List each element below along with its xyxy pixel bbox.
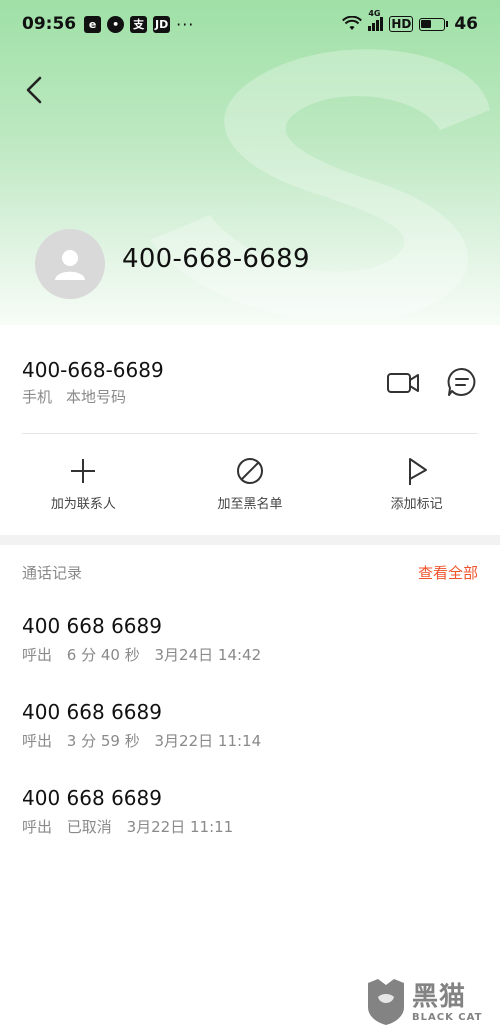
brand-watermark-icon — [150, 49, 490, 320]
more-notifications-icon: ··· — [176, 14, 195, 34]
call-status: 已取消 — [66, 818, 112, 836]
plus-icon — [71, 459, 96, 483]
signal-4g-icon: 4G — [368, 9, 384, 31]
call-time: 3月24日 14:42 — [154, 646, 262, 664]
chevron-left-icon — [26, 76, 42, 104]
call-number: 400 668 6689 — [22, 786, 162, 810]
call-meta: 呼出 6 分 40 秒 3月24日 14:42 — [22, 644, 478, 665]
view-all-link[interactable]: 查看全部 — [418, 562, 478, 583]
section-separator — [0, 535, 500, 545]
flag-icon — [408, 458, 427, 485]
alipay-icon: 支 — [130, 15, 148, 33]
watermark-en: BLACK CAT — [412, 1011, 483, 1023]
call-duration: 6 分 40 秒 — [66, 646, 140, 664]
add-blacklist-button[interactable]: 加至黑名单 — [167, 455, 334, 525]
phone-number-row[interactable]: 400-668-6689 手机 本地号码 — [22, 358, 478, 418]
video-camera-icon — [387, 373, 419, 393]
message-button[interactable] — [446, 366, 478, 398]
add-tag-label: 添加标记 — [390, 497, 443, 512]
add-contact-button[interactable]: 加为联系人 — [0, 455, 167, 525]
message-bubble-icon — [447, 367, 476, 396]
battery-icon — [419, 17, 446, 31]
browser-notification-icon: e — [84, 15, 102, 33]
network-type: 4G — [368, 9, 381, 18]
battery-level: 46 — [454, 14, 478, 34]
add-tag-button[interactable]: 添加标记 — [333, 455, 500, 525]
call-number: 400 668 6689 — [22, 700, 162, 724]
call-meta: 呼出 3 分 59 秒 3月22日 11:14 — [22, 730, 478, 751]
black-cat-watermark: 黑猫 BLACK CAT — [364, 977, 494, 1027]
video-call-button[interactable] — [386, 370, 420, 396]
block-icon — [237, 458, 263, 484]
call-log-header: 通话记录 查看全部 — [22, 562, 478, 583]
call-number: 400 668 6689 — [22, 614, 162, 638]
add-contact-label: 加为联系人 — [50, 497, 116, 512]
hd-voice-icon: HD — [389, 16, 414, 32]
jd-icon: JD — [153, 15, 171, 33]
status-time: 09:56 — [22, 14, 77, 34]
call-log-item[interactable]: 400 668 6689 呼出 已取消 3月22日 11:11 — [22, 786, 478, 837]
add-blacklist-label: 加至黑名单 — [217, 497, 283, 512]
call-duration: 3 分 59 秒 — [66, 732, 140, 750]
call-log-item[interactable]: 400 668 6689 呼出 3 分 59 秒 3月22日 11:14 — [22, 700, 478, 751]
call-time: 3月22日 11:14 — [154, 732, 262, 750]
wifi-icon — [342, 16, 363, 30]
wechat-icon: • — [107, 15, 125, 33]
contact-title: 400-668-6689 — [122, 244, 310, 274]
call-log-item[interactable]: 400 668 6689 呼出 6 分 40 秒 3月24日 14:42 — [22, 614, 478, 665]
status-bar: 09:56 e • 支 JD ··· 4G HD 46 — [0, 0, 500, 48]
avatar[interactable] — [35, 229, 105, 299]
call-time: 3月22日 11:11 — [126, 818, 234, 836]
call-meta: 呼出 已取消 3月22日 11:11 — [22, 816, 478, 837]
call-log-title: 通话记录 — [22, 564, 83, 582]
number-type: 手机 — [22, 388, 53, 406]
contact-actions: 加为联系人 加至黑名单 添加标记 — [0, 455, 500, 525]
call-direction: 呼出 — [22, 818, 53, 836]
call-direction: 呼出 — [22, 732, 53, 750]
call-direction: 呼出 — [22, 646, 53, 664]
number-location: 本地号码 — [66, 388, 127, 406]
divider — [22, 433, 478, 434]
person-icon — [55, 250, 85, 280]
black-cat-logo-icon — [368, 979, 404, 1025]
back-button[interactable] — [16, 70, 52, 110]
watermark-cn: 黑猫 — [412, 981, 467, 1012]
